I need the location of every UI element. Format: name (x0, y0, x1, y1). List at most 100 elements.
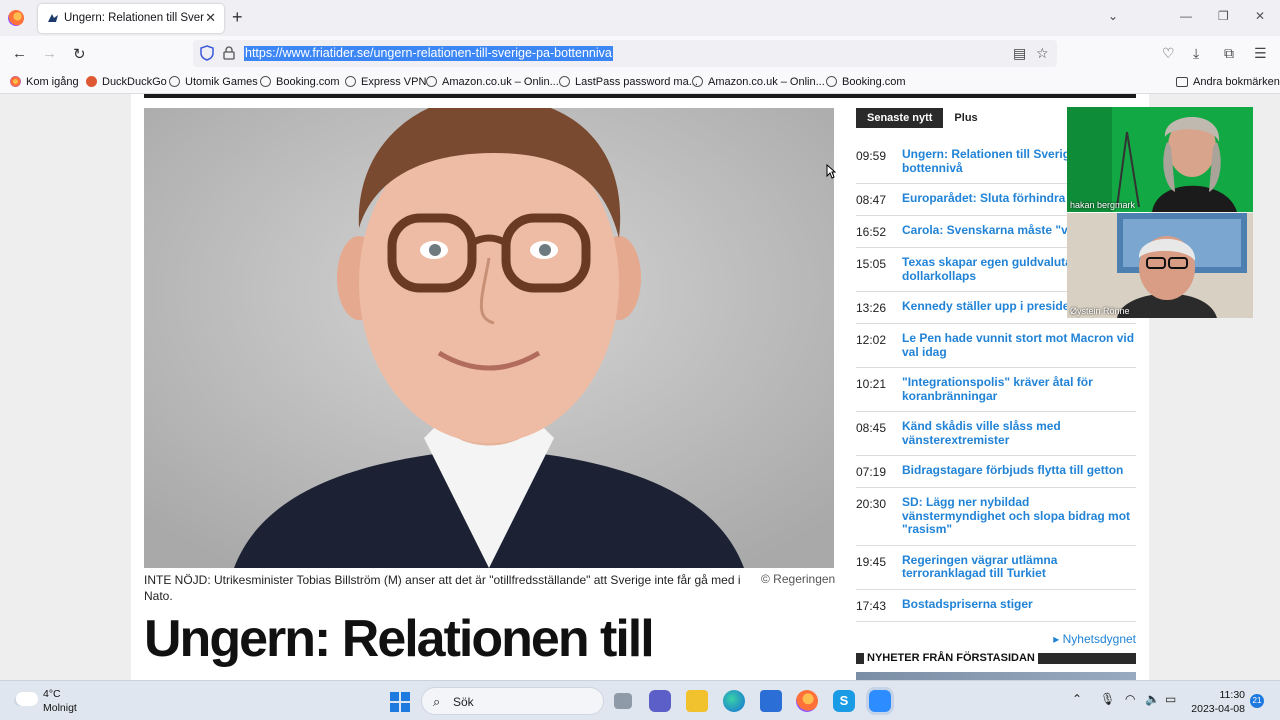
news-item[interactable]: 10:21 "Integrationspolis" kräver åtal för… (856, 368, 1136, 412)
video-tile-1[interactable]: hakan bergmark (1067, 107, 1253, 212)
url-text[interactable]: https://www.friatider.se/ungern-relation… (244, 46, 613, 61)
news-link[interactable]: SD: Lägg ner nybildad vänstermyndighet o… (902, 495, 1136, 537)
tab-title: Ungern: Relationen till Sverige på botte… (64, 12, 204, 24)
url-bar[interactable]: https://www.friatider.se/ungern-relation… (193, 40, 1057, 67)
bookmark-item[interactable]: LastPass password ma... (559, 76, 698, 88)
download-icon[interactable]: ⤓ (1193, 45, 1199, 62)
system-clock[interactable]: 11:30 2023-04-08 (1190, 688, 1245, 716)
tab-plus[interactable]: Plus (943, 108, 988, 128)
globe-icon (826, 76, 837, 87)
bookmark-item[interactable]: DuckDuckGo (86, 76, 167, 88)
notification-badge[interactable]: 21 (1250, 694, 1264, 708)
photo-credit: © Regeringen (761, 572, 836, 586)
weather-condition[interactable]: Molnigt (43, 702, 77, 714)
site-favicon-icon (48, 14, 58, 22)
bookmark-item[interactable]: Kom igång (10, 76, 79, 88)
tab-senaste-nytt[interactable]: Senaste nytt (856, 108, 944, 128)
mouse-cursor-icon (826, 164, 836, 179)
section-header: NYHETER FRÅN FÖRSTASIDAN (856, 652, 1136, 664)
battery-icon[interactable]: ▭ (1165, 692, 1176, 706)
article-photo (144, 108, 834, 568)
bookmark-item[interactable]: Amazon.co.uk – Onlin... (692, 76, 825, 88)
lock-icon[interactable] (223, 46, 235, 60)
news-link[interactable]: Regeringen vägrar utlämna terroranklagad… (902, 553, 1136, 581)
bookmark-item[interactable]: Utomik Games (169, 76, 258, 88)
shield-icon[interactable] (200, 45, 214, 61)
task-view-icon[interactable] (614, 693, 632, 709)
video-tile-2[interactable]: Øystein Rönne (1067, 213, 1253, 318)
close-tab-icon[interactable]: ✕ (205, 10, 216, 26)
windows-taskbar: 4°C Molnigt ⌕ Sök S ⌃ 🎙 ◠ 🔈 ▭ 11:30 2023… (0, 680, 1280, 720)
extensions-icon[interactable]: ⧉ (1224, 45, 1234, 62)
news-item[interactable]: 19:45 Regeringen vägrar utlämna terrorank… (856, 546, 1136, 590)
news-link[interactable]: "Integrationspolis" kräver åtal för kora… (902, 375, 1136, 403)
wifi-icon[interactable]: ◠ (1125, 692, 1135, 706)
zoom-icon[interactable] (869, 690, 891, 712)
bookmark-item[interactable]: Amazon.co.uk – Onlin... (426, 76, 559, 88)
firefox-icon[interactable] (8, 10, 24, 26)
firefox-taskbar-icon[interactable] (796, 690, 818, 712)
edge-browser-icon[interactable] (723, 690, 745, 712)
bookmark-star-icon[interactable]: ☆ (1036, 45, 1049, 62)
news-time: 09:59 (856, 149, 887, 163)
news-time: 16:52 (856, 225, 887, 239)
news-item[interactable]: 08:45 Känd skådis ville slåss med vänster… (856, 412, 1136, 456)
clock-time: 11:30 (1219, 689, 1246, 701)
windows-start-icon[interactable] (390, 692, 410, 712)
globe-icon (559, 76, 570, 87)
news-item[interactable]: 17:43 Bostadspriserna stiger (856, 590, 1136, 622)
reload-icon[interactable]: ↻ (73, 45, 86, 63)
window-close-icon[interactable]: ✕ (1255, 9, 1265, 23)
bookmarks-bar: Kom igång DuckDuckGo Utomik Games Bookin… (0, 72, 1280, 94)
bookmark-item[interactable]: Express VPN (345, 76, 426, 88)
tab-active[interactable]: Ungern: Relationen till Sverige på botte… (38, 4, 224, 33)
cloud-icon[interactable] (16, 692, 38, 706)
minimize-icon[interactable]: — (1180, 9, 1192, 23)
chevron-down-icon[interactable]: ⌄ (1108, 9, 1118, 23)
news-item[interactable]: 12:02 Le Pen hade vunnit stort mot Macron… (856, 324, 1136, 368)
news-item[interactable]: 20:30 SD: Lägg ner nybildad vänstermyndig… (856, 488, 1136, 546)
browser-tab-bar: Ungern: Relationen till Sverige på botte… (0, 0, 1280, 36)
microsoft-store-icon[interactable] (760, 690, 782, 712)
back-arrow-icon[interactable]: ← (12, 45, 27, 62)
bookmark-item[interactable]: Booking.com (260, 76, 340, 88)
new-tab-button[interactable]: + (232, 7, 243, 28)
globe-icon (345, 76, 356, 87)
teams-chat-icon[interactable] (649, 690, 671, 712)
taskbar-search[interactable]: ⌕ Sök (421, 687, 604, 715)
news-item[interactable]: 07:19 Bidragstagare förbjuds flytta till … (856, 456, 1136, 488)
news-time: 07:19 (856, 465, 887, 479)
globe-icon (692, 76, 703, 87)
news-link[interactable]: Känd skådis ville slåss med vänsterextre… (902, 419, 1136, 447)
navigation-bar: ← → ↻ https://www.friatider.se/ungern-re… (0, 36, 1280, 72)
news-time: 08:45 (856, 421, 887, 435)
forward-arrow-icon[interactable]: → (42, 45, 57, 62)
bookmark-item[interactable]: Booking.com (826, 76, 906, 88)
reader-view-icon[interactable]: ▤ (1013, 45, 1026, 62)
duckduckgo-icon (86, 76, 97, 87)
news-link[interactable]: Le Pen hade vunnit stort mot Macron vid … (902, 331, 1136, 359)
chevron-up-icon[interactable]: ⌃ (1072, 692, 1082, 706)
photo-caption: INTE NÖJD: Utrikesminister Tobias Billst… (144, 573, 741, 603)
skype-icon[interactable]: S (833, 690, 855, 712)
nyhetsdygnet-link[interactable]: ▸ Nyhetsdygnet (1053, 632, 1136, 646)
globe-icon (260, 76, 271, 87)
other-bookmarks[interactable]: Andra bokmärken (1176, 76, 1280, 88)
news-time: 10:21 (856, 377, 887, 391)
weather-temperature[interactable]: 4°C (43, 688, 61, 700)
news-link[interactable]: Bidragstagare förbjuds flytta till getto… (902, 463, 1123, 479)
volume-icon[interactable]: 🔈 (1145, 692, 1160, 706)
folder-icon (1176, 77, 1188, 87)
globe-icon (169, 76, 180, 87)
section-thumbnail[interactable] (856, 672, 1136, 680)
news-link[interactable]: Bostadspriserna stiger (902, 597, 1033, 613)
restore-icon[interactable]: ❐ (1218, 9, 1229, 23)
search-label: Sök (453, 695, 474, 709)
pocket-icon[interactable]: ♡ (1162, 45, 1175, 62)
microphone-icon[interactable]: 🎙 (1100, 692, 1115, 706)
news-time: 13:26 (856, 301, 887, 315)
file-explorer-icon[interactable] (686, 690, 708, 712)
participant-video-1 (1067, 107, 1253, 212)
menu-icon[interactable]: ☰ (1254, 45, 1267, 62)
news-time: 15:05 (856, 257, 887, 271)
